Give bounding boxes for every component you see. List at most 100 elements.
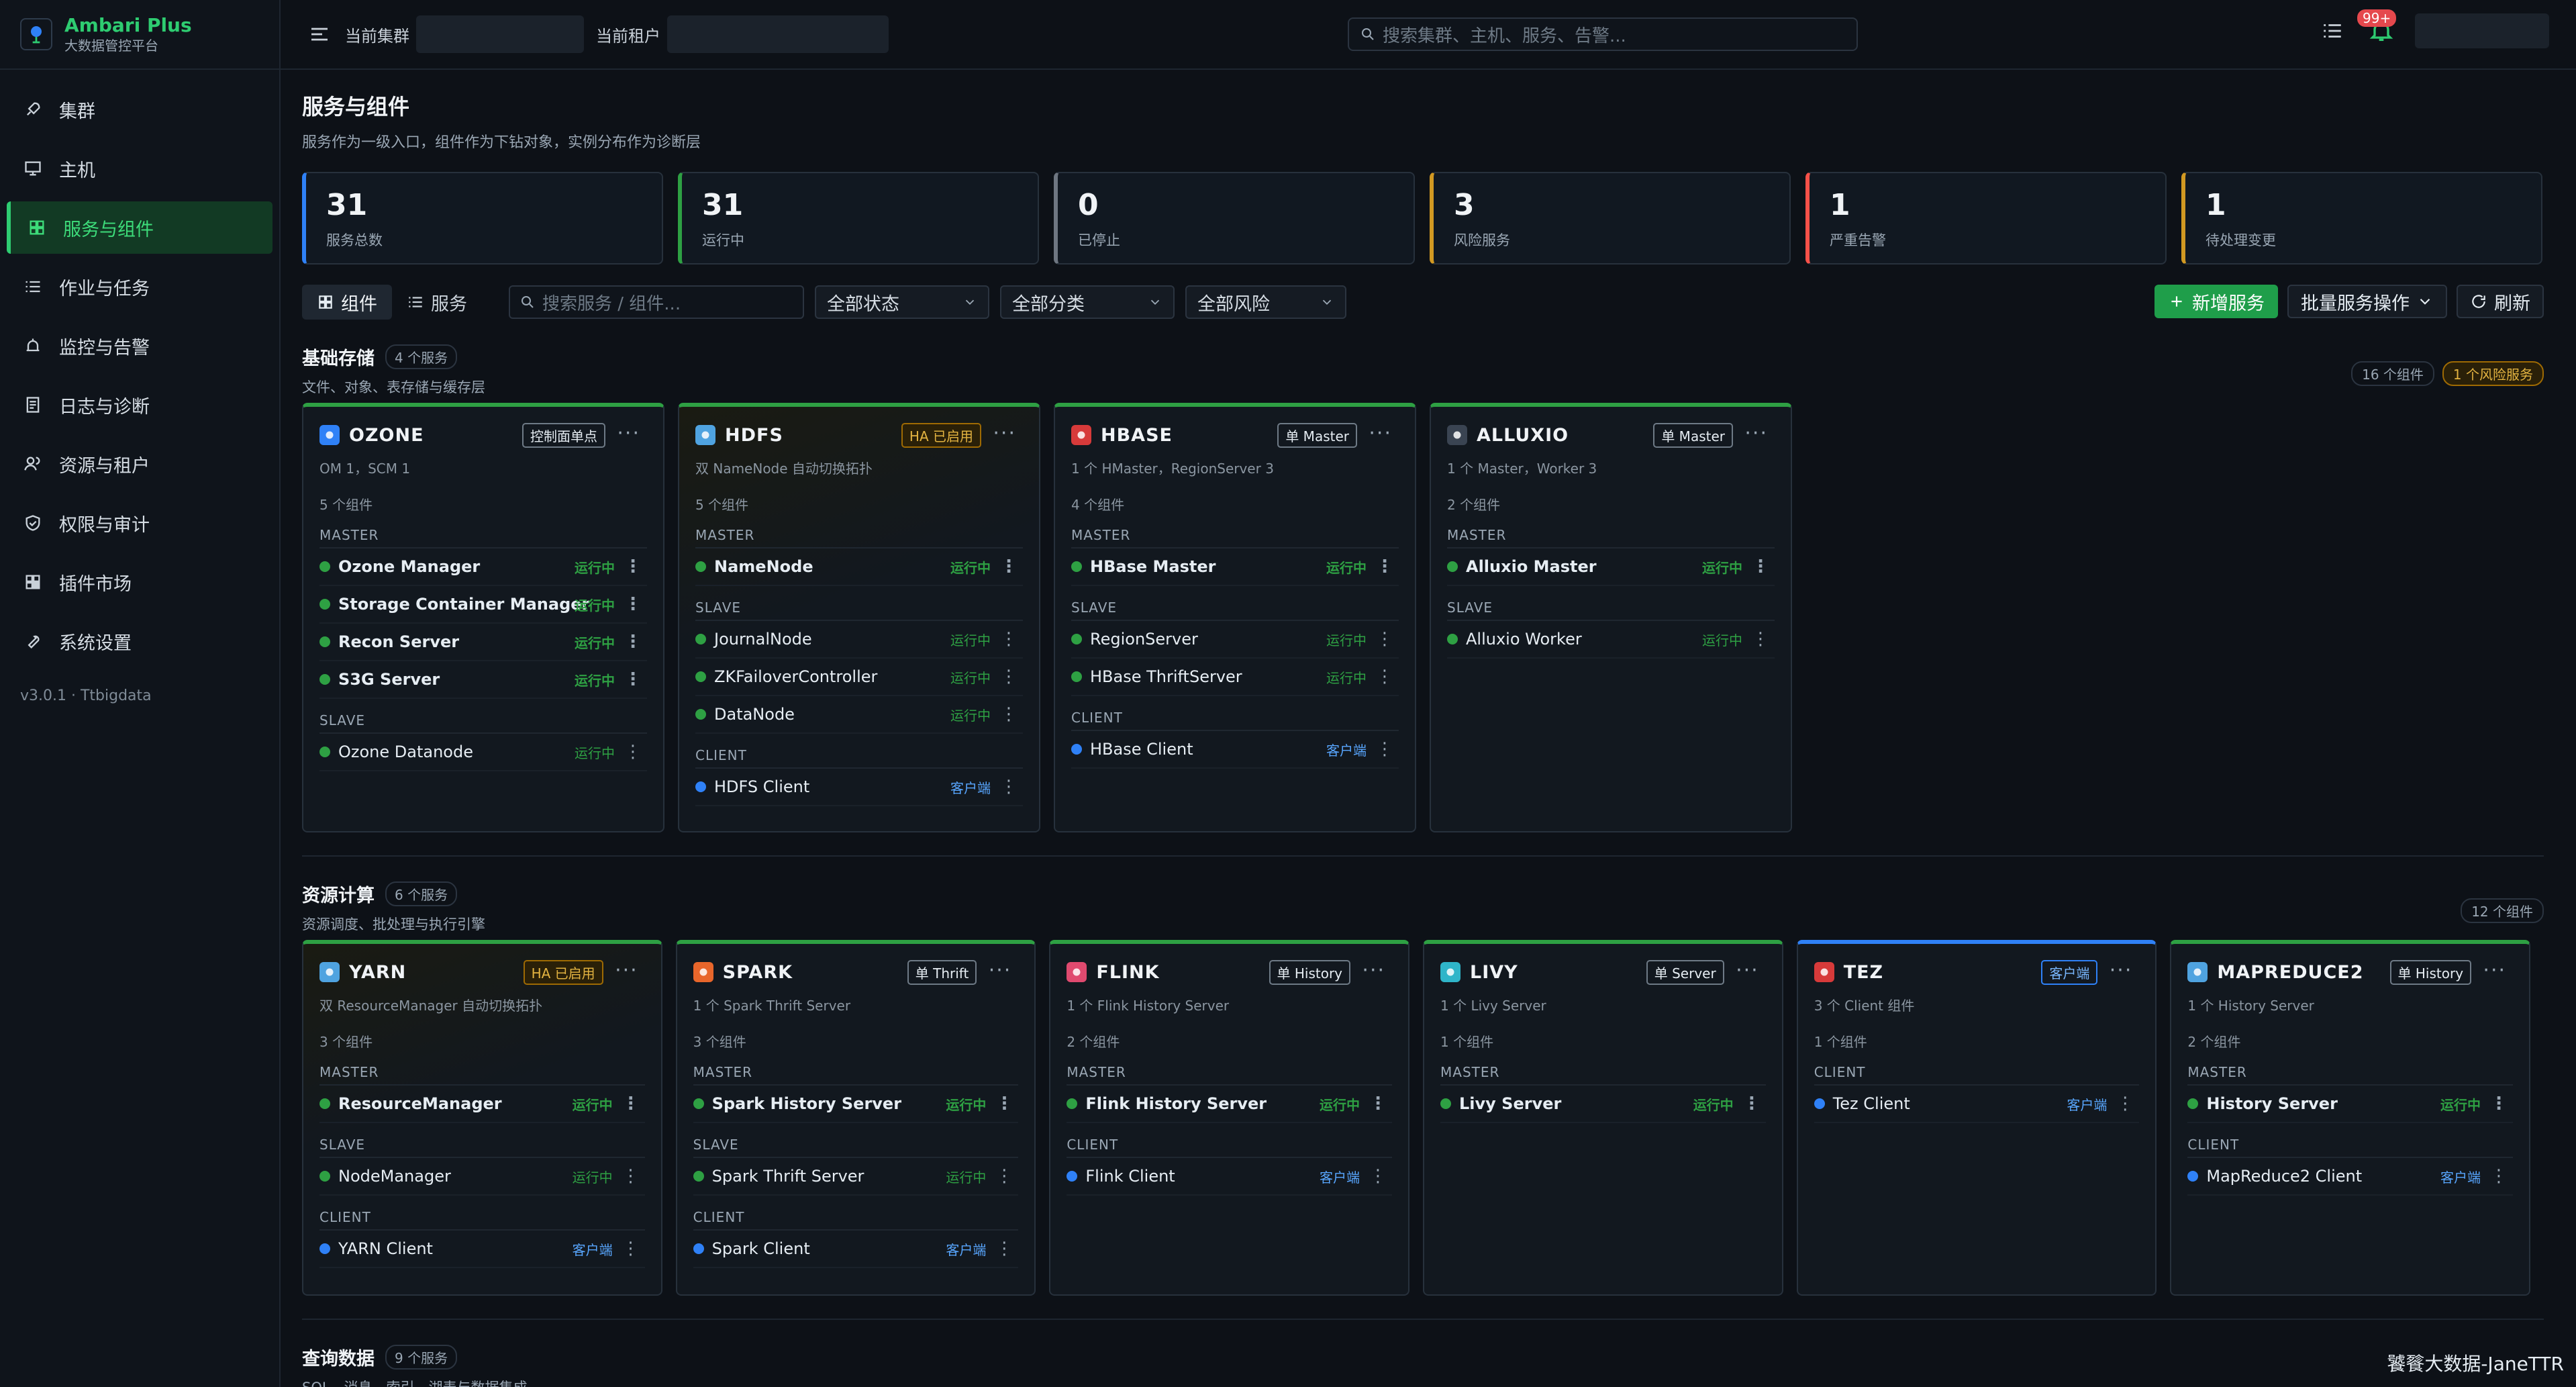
kebab-menu-icon[interactable]: ⋮ <box>1000 629 1018 649</box>
service-card-mapreduce2[interactable]: MAPREDUCE2 单 History ··· 1 个 History Server… <box>2170 940 2531 1296</box>
component-row[interactable]: DataNode 运行中 ⋮ <box>695 696 1023 734</box>
sidebar-item-6[interactable]: 资源与租户 <box>7 438 273 490</box>
kebab-menu-icon[interactable]: ⋮ <box>622 1239 640 1259</box>
kebab-menu-icon[interactable]: ⋮ <box>2490 1166 2508 1186</box>
kebab-menu-icon[interactable]: ⋮ <box>1000 667 1018 687</box>
app-logo[interactable]: Ambari Plus 大数据管控平台 <box>0 0 279 70</box>
status-filter-select[interactable]: 全部状态 <box>815 285 989 319</box>
more-icon[interactable]: ··· <box>1744 422 1768 445</box>
stat-card[interactable]: 1 待处理变更 <box>2181 172 2542 265</box>
stat-card[interactable]: 31 运行中 <box>678 172 1039 265</box>
service-card-alluxio[interactable]: ALLUXIO 单 Master ··· 1 个 Master，Worker 3 2 个… <box>1430 403 1792 832</box>
more-icon[interactable]: ··· <box>993 422 1016 445</box>
component-row[interactable]: Flink Client 客户端 ⋮ <box>1067 1158 1393 1196</box>
menu-toggle-icon[interactable] <box>309 23 330 45</box>
component-row[interactable]: Recon Server 运行中 ⋮ <box>319 624 647 661</box>
component-row[interactable]: History Server 运行中 ⋮ <box>2187 1086 2514 1123</box>
sidebar-item-3[interactable]: 作业与任务 <box>7 260 273 313</box>
kebab-menu-icon[interactable]: ⋮ <box>624 669 642 689</box>
tenant-selector[interactable] <box>667 15 889 53</box>
component-row[interactable]: Spark Thrift Server 运行中 ⋮ <box>693 1158 1019 1196</box>
stat-card[interactable]: 1 严重告警 <box>1805 172 2167 265</box>
kebab-menu-icon[interactable]: ⋮ <box>995 1166 1013 1186</box>
refresh-button[interactable]: 刷新 <box>2457 285 2544 318</box>
more-icon[interactable]: ··· <box>1362 959 1385 982</box>
component-row[interactable]: NameNode 运行中 ⋮ <box>695 548 1023 586</box>
category-filter-select[interactable]: 全部分类 <box>1000 285 1175 319</box>
component-row[interactable]: Flink History Server 运行中 ⋮ <box>1067 1086 1393 1123</box>
sidebar-item-5[interactable]: 日志与诊断 <box>7 379 273 431</box>
risk-filter-select[interactable]: 全部风险 <box>1185 285 1346 319</box>
component-row[interactable]: MapReduce2 Client 客户端 ⋮ <box>2187 1158 2514 1196</box>
component-row[interactable]: JournalNode 运行中 ⋮ <box>695 621 1023 659</box>
kebab-menu-icon[interactable]: ⋮ <box>622 1166 640 1186</box>
service-card-flink[interactable]: FLINK 单 History ··· 1 个 Flink History Serve… <box>1049 940 1410 1296</box>
more-icon[interactable]: ··· <box>2110 959 2133 982</box>
global-search-input[interactable]: 搜索集群、主机、服务、告警... <box>1348 17 1858 51</box>
sidebar-item-8[interactable]: 插件市场 <box>7 556 273 608</box>
more-icon[interactable]: ··· <box>617 422 640 445</box>
component-row[interactable]: ResourceManager 运行中 ⋮ <box>319 1086 645 1123</box>
kebab-menu-icon[interactable]: ⋮ <box>1376 739 1393 759</box>
service-card-ozone[interactable]: OZONE 控制面单点 ··· OM 1，SCM 15 个组件 MASTER Ozone … <box>302 403 664 832</box>
component-row[interactable]: Storage Container Manager 运行中 ⋮ <box>319 586 647 624</box>
component-row[interactable]: S3G Server 运行中 ⋮ <box>319 661 647 699</box>
component-row[interactable]: NodeManager 运行中 ⋮ <box>319 1158 645 1196</box>
sidebar-item-1[interactable]: 主机 <box>7 142 273 195</box>
sidebar-item-7[interactable]: 权限与审计 <box>7 497 273 549</box>
view-service-button[interactable]: 服务 <box>392 285 482 320</box>
component-row[interactable]: Ozone Datanode 运行中 ⋮ <box>319 734 647 771</box>
service-card-livy[interactable]: LIVY 单 Server ··· 1 个 Livy Server 1 个组件 MASTE… <box>1423 940 1783 1296</box>
kebab-menu-icon[interactable]: ⋮ <box>1000 777 1018 797</box>
view-component-button[interactable]: 组件 <box>302 285 392 320</box>
sidebar-item-4[interactable]: 监控与告警 <box>7 320 273 372</box>
more-icon[interactable]: ··· <box>1736 959 1759 982</box>
kebab-menu-icon[interactable]: ⋮ <box>1369 1166 1387 1186</box>
add-service-button[interactable]: 新增服务 <box>2154 285 2278 318</box>
notification-button[interactable]: 99+ <box>2357 9 2397 44</box>
kebab-menu-icon[interactable]: ⋮ <box>1752 557 1769 577</box>
component-row[interactable]: HBase Client 客户端 ⋮ <box>1071 731 1399 769</box>
kebab-menu-icon[interactable]: ⋮ <box>995 1094 1013 1114</box>
batch-operation-button[interactable]: 批量服务操作 <box>2287 285 2447 318</box>
kebab-menu-icon[interactable]: ⋮ <box>622 1094 640 1114</box>
task-list-icon[interactable] <box>2321 19 2344 42</box>
component-row[interactable]: Spark Client 客户端 ⋮ <box>693 1231 1019 1268</box>
sidebar-item-9[interactable]: 系统设置 <box>7 615 273 667</box>
service-card-spark[interactable]: SPARK 单 Thrift ··· 1 个 Spark Thrift Server 3… <box>675 940 1036 1296</box>
more-icon[interactable]: ··· <box>989 959 1012 982</box>
service-card-tez[interactable]: TEZ 客户端 ··· 3 个 Client 组件 1 个组件 CLIENT Tez Cli… <box>1796 940 2157 1296</box>
sidebar-item-0[interactable]: 集群 <box>7 83 273 136</box>
component-row[interactable]: YARN Client 客户端 ⋮ <box>319 1231 645 1268</box>
more-icon[interactable]: ··· <box>1369 422 1392 445</box>
kebab-menu-icon[interactable]: ⋮ <box>2116 1094 2134 1114</box>
component-row[interactable]: Spark History Server 运行中 ⋮ <box>693 1086 1019 1123</box>
stat-card[interactable]: 0 已停止 <box>1054 172 1415 265</box>
component-row[interactable]: Alluxio Worker 运行中 ⋮ <box>1447 621 1775 659</box>
component-row[interactable]: Livy Server 运行中 ⋮ <box>1440 1086 1766 1123</box>
stat-card[interactable]: 3 风险服务 <box>1430 172 1791 265</box>
user-avatar[interactable] <box>2415 13 2549 48</box>
kebab-menu-icon[interactable]: ⋮ <box>1000 704 1018 724</box>
service-card-hdfs[interactable]: HDFS HA 已启用 ··· 双 NameNode 自动切换拓扑 5 个组件 MASTE… <box>678 403 1040 832</box>
component-row[interactable]: Tez Client 客户端 ⋮ <box>1814 1086 2140 1123</box>
kebab-menu-icon[interactable]: ⋮ <box>624 742 642 762</box>
component-row[interactable]: RegionServer 运行中 ⋮ <box>1071 621 1399 659</box>
component-row[interactable]: HBase Master 运行中 ⋮ <box>1071 548 1399 586</box>
kebab-menu-icon[interactable]: ⋮ <box>2490 1094 2508 1114</box>
kebab-menu-icon[interactable]: ⋮ <box>995 1239 1013 1259</box>
kebab-menu-icon[interactable]: ⋮ <box>624 632 642 652</box>
component-row[interactable]: Alluxio Master 运行中 ⋮ <box>1447 548 1775 586</box>
section-summary-pill[interactable]: 1 个风险服务 <box>2442 361 2544 386</box>
component-row[interactable]: Ozone Manager 运行中 ⋮ <box>319 548 647 586</box>
kebab-menu-icon[interactable]: ⋮ <box>1376 667 1393 687</box>
kebab-menu-icon[interactable]: ⋮ <box>1376 557 1393 577</box>
kebab-menu-icon[interactable]: ⋮ <box>1369 1094 1387 1114</box>
more-icon[interactable]: ··· <box>615 959 638 982</box>
kebab-menu-icon[interactable]: ⋮ <box>1376 629 1393 649</box>
component-row[interactable]: ZKFailoverController 运行中 ⋮ <box>695 659 1023 696</box>
sidebar-item-2[interactable]: 服务与组件 <box>7 201 273 254</box>
kebab-menu-icon[interactable]: ⋮ <box>1743 1094 1761 1114</box>
service-card-yarn[interactable]: YARN HA 已启用 ··· 双 ResourceManager 自动切换拓扑 3 个… <box>302 940 662 1296</box>
component-row[interactable]: HDFS Client 客户端 ⋮ <box>695 769 1023 806</box>
